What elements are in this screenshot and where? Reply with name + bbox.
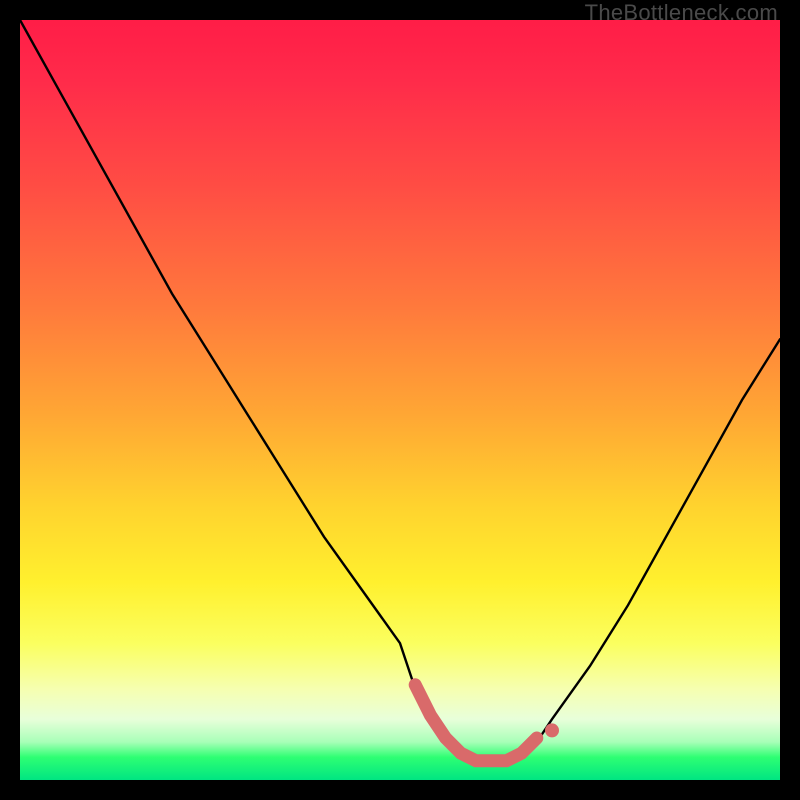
chart-frame: TheBottleneck.com [0,0,800,800]
optimal-end-marker [545,723,559,737]
watermark-text: TheBottleneck.com [585,0,778,26]
bottleneck-curve [20,20,780,765]
chart-overlay [20,20,780,780]
optimal-range-highlight [415,685,537,761]
